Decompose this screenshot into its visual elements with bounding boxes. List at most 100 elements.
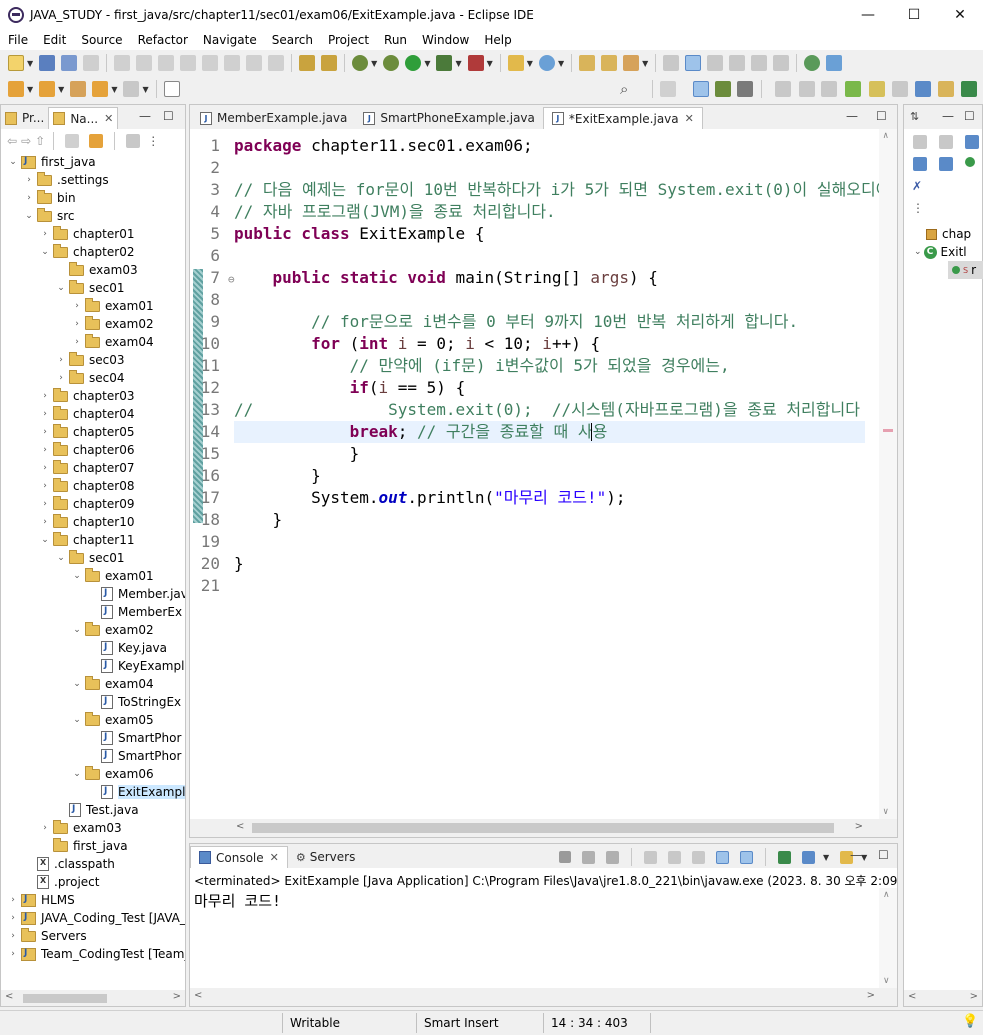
back-nav-icon[interactable]: ⇦ (7, 134, 17, 148)
tree-item[interactable]: .project (23, 873, 99, 891)
tab-servers[interactable]: ⚙ Servers (288, 846, 363, 868)
tree-item[interactable]: ⌄ exam02 (71, 621, 154, 639)
external-tools-icon[interactable] (436, 55, 453, 71)
chevron-right-icon[interactable]: › (55, 373, 67, 383)
tree-item[interactable]: ⌄ chapter11 (39, 531, 134, 549)
hide-static-icon[interactable] (913, 157, 927, 171)
tree-item[interactable]: Member.jav (87, 585, 185, 603)
open-type-icon[interactable] (579, 55, 596, 71)
outline-item-class[interactable]: ⌄ C Exitl (914, 243, 967, 261)
tree-item[interactable]: ⌄ exam06 (71, 765, 154, 783)
save-all-icon[interactable] (61, 55, 78, 71)
chevron-right-icon[interactable]: › (23, 193, 35, 203)
chevron-right-icon[interactable]: › (39, 499, 51, 509)
tasks-icon[interactable] (892, 81, 908, 97)
minimize-view-icon[interactable]: — (942, 109, 954, 123)
display-console-icon[interactable] (802, 850, 815, 864)
step-over-icon[interactable] (246, 55, 263, 71)
minimize-button[interactable]: — (845, 0, 891, 30)
tree-item[interactable]: Key.java (87, 639, 167, 657)
tree-item[interactable]: › exam02 (71, 315, 154, 333)
remove-all-icon[interactable] (606, 850, 619, 864)
chevron-right-icon[interactable]: › (71, 319, 83, 329)
suspend-icon[interactable] (158, 55, 175, 71)
terminate-icon[interactable] (180, 55, 197, 71)
tree-item[interactable]: ⌄ src (23, 207, 75, 225)
tree-item[interactable]: › chapter05 (39, 423, 134, 441)
tree-item[interactable]: › chapter07 (39, 459, 134, 477)
tree-item[interactable]: › sec03 (55, 351, 125, 369)
console-view-icon[interactable] (821, 81, 837, 97)
java-browsing-icon[interactable] (915, 81, 931, 97)
tree-item[interactable]: ⌄ exam04 (71, 675, 154, 693)
tree-item[interactable]: › JAVA_Coding_Test [JAVA_ (7, 909, 185, 927)
tree-item[interactable]: ⌄ sec01 (55, 549, 125, 567)
editor-vscrollbar[interactable]: ∧ ∨ (879, 129, 897, 819)
chevron-right-icon[interactable]: › (39, 445, 51, 455)
outline-view-icon[interactable] (869, 81, 885, 97)
chevron-down-icon[interactable]: ⌄ (71, 571, 83, 581)
show-whitespace-icon[interactable] (729, 55, 746, 71)
editor-tab[interactable]: J MemberExample.java (192, 107, 355, 129)
tree-item[interactable]: › exam04 (71, 333, 154, 351)
search-icon[interactable]: ⌕ (620, 80, 628, 98)
search-tool-icon[interactable] (623, 55, 640, 71)
tree-item[interactable]: MemberEx (87, 603, 182, 621)
chevron-right-icon[interactable]: › (39, 517, 51, 527)
filter-icon[interactable] (126, 134, 141, 148)
up-nav-icon[interactable]: ⇧ (35, 134, 45, 148)
git-icon[interactable] (938, 81, 954, 97)
maximize-view-icon[interactable]: ☐ (163, 109, 174, 123)
step-return-icon[interactable] (268, 55, 285, 71)
tab-console[interactable]: Console ✕ (190, 846, 288, 868)
chevron-right-icon[interactable]: › (39, 229, 51, 239)
code-editor[interactable]: 1 package chapter11.sec01.exam06; 2 3 // 다음 … (190, 129, 897, 819)
menu-refactor[interactable]: Refactor (130, 33, 195, 47)
print-icon[interactable] (83, 55, 100, 71)
pin-editor-icon[interactable] (163, 81, 180, 97)
menu-search[interactable]: Search (264, 33, 320, 47)
chevron-down-icon[interactable]: ⌄ (71, 769, 83, 779)
editor-hscrollbar[interactable]: < > (190, 819, 897, 837)
hierarchy-icon[interactable] (845, 81, 861, 97)
skip-breakpoints-icon[interactable] (114, 55, 131, 71)
scroll-thumb[interactable] (252, 823, 834, 833)
paragraph-icon[interactable] (773, 55, 790, 71)
chevron-right-icon[interactable]: › (39, 823, 51, 833)
pin-console-icon[interactable] (778, 850, 791, 864)
debug-perspective-icon[interactable] (715, 81, 731, 97)
close-icon[interactable]: ✕ (270, 851, 279, 864)
tree-item[interactable]: › chapter08 (39, 477, 134, 495)
word-wrap-icon[interactable] (692, 850, 705, 864)
new-dropdown-icon[interactable]: ▼ (27, 59, 33, 68)
highlight-icon[interactable] (685, 55, 702, 71)
open-console-dropdown-icon[interactable]: ▼ (861, 853, 867, 862)
link-editor-icon[interactable] (89, 134, 104, 148)
maximize-view-icon[interactable]: ☐ (878, 848, 889, 862)
scroll-lock-icon[interactable] (668, 850, 681, 864)
collapse-all-icon[interactable] (913, 135, 927, 149)
save-icon[interactable] (39, 55, 56, 71)
forward-nav-icon[interactable]: ⇨ (21, 134, 31, 148)
pin-icon[interactable] (826, 55, 843, 71)
chevron-down-icon[interactable]: ⌄ (71, 679, 83, 689)
chevron-right-icon[interactable]: › (7, 895, 19, 905)
chevron-right-icon[interactable]: › (39, 409, 51, 419)
run-server-icon[interactable] (467, 55, 484, 71)
tree-item[interactable]: › HLMS (7, 891, 75, 909)
tree-item[interactable]: › chapter09 (39, 495, 134, 513)
view-menu-icon[interactable]: ⋮ (912, 201, 924, 215)
open-task-icon[interactable] (601, 55, 618, 71)
annotation-icon[interactable] (663, 55, 680, 71)
menu-edit[interactable]: Edit (35, 33, 73, 47)
restore-icon[interactable] (775, 81, 791, 97)
tree-item[interactable]: › exam01 (71, 297, 154, 315)
display-console-dropdown-icon[interactable]: ▼ (823, 853, 829, 862)
tree-item[interactable]: .classpath (23, 855, 115, 873)
tree-item[interactable]: Test.java (55, 801, 139, 819)
chevron-down-icon[interactable]: ⌄ (7, 157, 19, 167)
new-java-project-icon[interactable] (507, 55, 524, 71)
minimize-view-icon[interactable]: — (850, 848, 862, 862)
close-icon[interactable]: ✕ (104, 112, 113, 125)
tree-item[interactable]: ⌄ exam01 (71, 567, 154, 585)
